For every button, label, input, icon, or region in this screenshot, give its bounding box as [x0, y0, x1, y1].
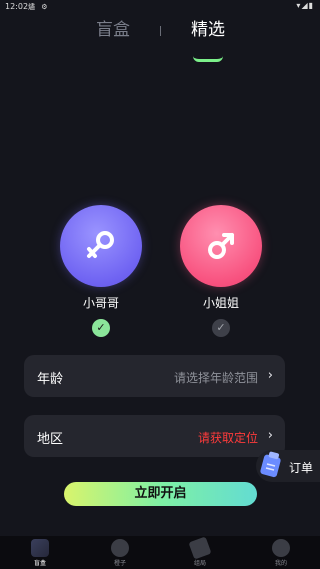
male-option-button[interactable] [60, 205, 142, 287]
region-selector[interactable]: 地区 请获取定位 › [24, 415, 285, 457]
male-symbol-icon [87, 231, 114, 258]
bubble-icon [111, 539, 129, 557]
age-selector[interactable]: 年龄 请选择年龄范围 › [24, 355, 285, 397]
female-check-icon[interactable]: ✓ [212, 319, 230, 337]
chevron-right-icon: › [267, 368, 273, 383]
box-icon [31, 539, 49, 557]
nav-item-orange[interactable]: 橙子 [95, 539, 145, 567]
male-check-icon[interactable]: ✓ [92, 319, 110, 337]
region-label: 地区 [37, 432, 64, 447]
top-tabs: 盲盒 精选 [0, 18, 320, 62]
order-label: 订单 [289, 461, 314, 475]
age-value: 请选择年龄范围 [173, 371, 258, 385]
chevron-right-icon: › [267, 428, 273, 443]
tab-blind-box[interactable]: 盲盒 [96, 18, 130, 42]
start-now-button[interactable]: 立即开启 [64, 482, 257, 506]
profile-icon [272, 539, 290, 557]
tab-picked[interactable]: 精选 [191, 18, 225, 42]
male-label: 小哥哥 [82, 296, 119, 310]
nav-item-mine[interactable]: 我的 [256, 539, 306, 567]
notification-icons: 燼 ⚙ [28, 3, 50, 11]
nav-label: 我的 [274, 560, 287, 567]
region-value: 请获取定位 [197, 431, 258, 445]
age-label: 年龄 [37, 372, 64, 387]
signal-battery-icons: ▾◢▮ [296, 1, 314, 10]
female-label: 小姐姐 [202, 296, 239, 310]
female-symbol-icon [208, 233, 234, 259]
female-option-button[interactable] [180, 205, 262, 287]
nav-label: 盲盒 [33, 560, 46, 567]
order-floating-button[interactable]: 订单 [256, 450, 320, 482]
nav-item-blind-box[interactable]: 盲盒 [15, 539, 65, 567]
active-tab-indicator [193, 56, 223, 62]
nav-label: 组局 [193, 560, 206, 567]
party-icon [188, 536, 212, 560]
bottom-nav: 盲盒 橙子 组局 我的 [0, 536, 320, 569]
tab-divider [160, 26, 161, 36]
nav-item-party[interactable]: 组局 [175, 536, 225, 567]
nav-label: 橙子 [113, 560, 126, 567]
status-time: 12:02 [5, 2, 29, 11]
status-bar: 12:02 燼 ⚙ ▾◢▮ [0, 0, 320, 14]
order-bag-icon [260, 451, 281, 478]
